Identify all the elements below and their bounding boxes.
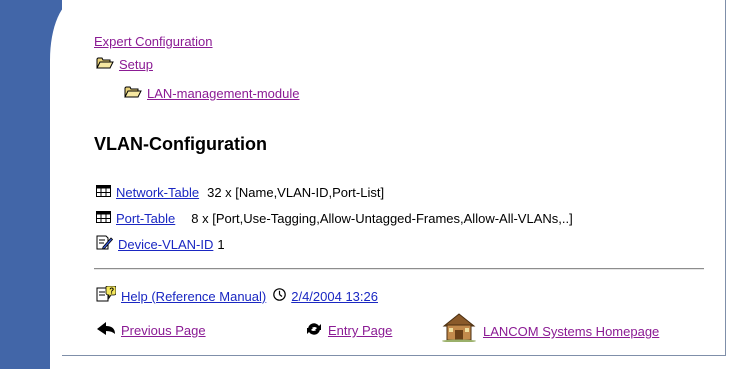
arrow-left-icon bbox=[96, 322, 116, 339]
lan-management-module-link[interactable]: LAN-management-module bbox=[147, 86, 299, 101]
edit-value-icon bbox=[96, 235, 114, 253]
network-table-link[interactable]: Network-Table bbox=[116, 185, 199, 200]
expert-configuration-link[interactable]: Expert Configuration bbox=[94, 34, 213, 49]
lancom-systems-homepage-link[interactable]: LANCOM Systems Homepage bbox=[483, 324, 659, 339]
house-icon bbox=[440, 312, 478, 345]
entry-page-link[interactable]: Entry Page bbox=[328, 323, 392, 338]
table-icon bbox=[96, 211, 111, 226]
breadcrumb-lan-module: LAN-management-module bbox=[124, 85, 299, 102]
timestamp-link[interactable]: 2/4/2004 13:26 bbox=[291, 289, 378, 304]
port-table-link[interactable]: Port-Table bbox=[116, 211, 175, 226]
help-reference-manual-link[interactable]: Help (Reference Manual) bbox=[121, 289, 266, 304]
entry-device-vlan-id: Device-VLAN-ID 1 bbox=[96, 235, 225, 253]
previous-page-link[interactable]: Previous Page bbox=[121, 323, 206, 338]
svg-text:?: ? bbox=[109, 287, 114, 296]
clock-icon bbox=[273, 288, 287, 304]
port-table-value: 8 x [Port,Use-Tagging,Allow-Untagged-Fra… bbox=[191, 211, 573, 226]
entry-port-table: Port-Table 8 x [Port,Use-Tagging,Allow-U… bbox=[96, 211, 573, 226]
device-vlan-id-value: 1 bbox=[217, 236, 225, 252]
refresh-icon bbox=[305, 322, 323, 339]
breadcrumb-setup: Setup bbox=[96, 56, 153, 73]
folder-open-icon bbox=[96, 56, 114, 73]
previous-page-nav[interactable]: Previous Page bbox=[96, 322, 206, 339]
help-row: ? Help (Reference Manual) 2/4/2004 13:26 bbox=[96, 285, 378, 306]
network-table-value: 32 x [Name,VLAN-ID,Port-List] bbox=[207, 185, 385, 200]
breadcrumb-root: Expert Configuration bbox=[94, 34, 213, 49]
lancom-homepage-nav[interactable]: LANCOM Systems Homepage bbox=[440, 312, 659, 345]
help-manual-icon: ? bbox=[96, 285, 117, 306]
entry-page-nav[interactable]: Entry Page bbox=[305, 322, 392, 339]
page-title: VLAN-Configuration bbox=[94, 134, 267, 154]
entry-network-table: Network-Table 32 x [Name,VLAN-ID,Port-Li… bbox=[96, 185, 384, 200]
folder-open-icon bbox=[124, 85, 142, 102]
setup-link[interactable]: Setup bbox=[119, 57, 153, 72]
device-vlan-id-link[interactable]: Device-VLAN-ID bbox=[118, 237, 213, 252]
divider bbox=[94, 268, 704, 270]
table-icon bbox=[96, 185, 111, 200]
